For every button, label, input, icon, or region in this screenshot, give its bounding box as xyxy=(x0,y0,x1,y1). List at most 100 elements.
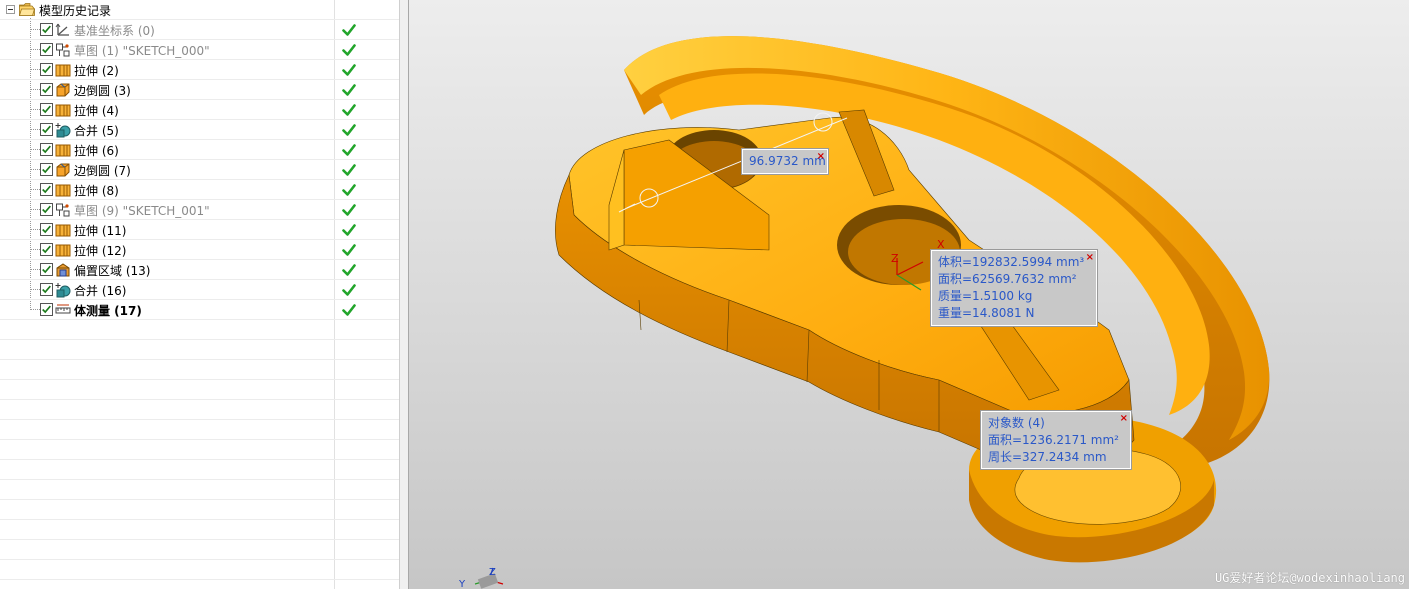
empty-row xyxy=(0,320,399,340)
extrude-icon xyxy=(55,102,71,118)
feature-label: 合并 (16) xyxy=(74,284,127,298)
tree-item-row[interactable]: 体测量 (17) xyxy=(0,300,399,320)
visibility-checkbox[interactable] xyxy=(40,183,53,196)
empty-row xyxy=(0,480,399,500)
graphics-window[interactable]: Z X Z Y 96.9732 mm × 体积=192832.5994 mm³ … xyxy=(409,0,1409,589)
tree-item-row[interactable]: 偏置区域 (13) xyxy=(0,260,399,280)
visibility-checkbox[interactable] xyxy=(40,223,53,236)
face-measure-callout[interactable]: 对象数 (4) 面积=1236.2171 mm² 周长=327.2434 mm … xyxy=(980,410,1132,470)
up-to-date-check-icon xyxy=(342,303,356,317)
sketch-icon xyxy=(55,202,71,218)
visibility-checkbox[interactable] xyxy=(40,163,53,176)
sketch-icon xyxy=(55,42,71,58)
tree-connector xyxy=(31,109,40,110)
feature-label: 偏置区域 (13) xyxy=(74,264,151,278)
empty-row xyxy=(0,520,399,540)
watermark: UG爱好者论坛@wodexinhaoliang xyxy=(1214,571,1405,585)
panel-splitter[interactable] xyxy=(399,0,409,589)
unite-icon xyxy=(55,282,71,298)
up-to-date-check-icon xyxy=(342,243,356,257)
feature-label: 基准坐标系 (0) xyxy=(74,24,155,38)
up-to-date-check-icon xyxy=(342,23,356,37)
axis-z-label: Z xyxy=(891,252,899,265)
close-icon[interactable]: × xyxy=(1086,249,1094,266)
tree-connector xyxy=(31,269,40,270)
empty-row xyxy=(0,560,399,580)
visibility-checkbox[interactable] xyxy=(40,263,53,276)
visibility-checkbox[interactable] xyxy=(40,83,53,96)
tree-root-row[interactable]: 模型历史记录 xyxy=(0,0,399,20)
visibility-checkbox[interactable] xyxy=(40,63,53,76)
tree-connector xyxy=(31,189,40,190)
empty-row xyxy=(0,540,399,560)
close-icon[interactable]: × xyxy=(1120,410,1128,427)
tree-item-row[interactable]: 草图 (9) "SKETCH_001" xyxy=(0,200,399,220)
tree-connector xyxy=(31,69,40,70)
visibility-checkbox[interactable] xyxy=(40,23,53,36)
visibility-checkbox[interactable] xyxy=(40,203,53,216)
empty-row xyxy=(0,360,399,380)
tree-item-row[interactable]: 拉伸 (4) xyxy=(0,100,399,120)
collapse-icon[interactable] xyxy=(6,5,15,14)
tree-item-row[interactable]: 边倒圆 (3) xyxy=(0,80,399,100)
feature-label: 拉伸 (2) xyxy=(74,64,119,78)
tree-connector xyxy=(31,309,40,310)
visibility-checkbox[interactable] xyxy=(40,123,53,136)
datum-csys-icon xyxy=(55,22,71,38)
nx-window: 模型历史记录 基准坐标系 (0) 草图 (1) "SKETCH_000" 拉伸 (2… xyxy=(0,0,1409,589)
unite-icon xyxy=(55,122,71,138)
distance-value: 96.9732 mm xyxy=(749,154,826,168)
tree-item-row[interactable]: 拉伸 (11) xyxy=(0,220,399,240)
tree-item-row[interactable]: 拉伸 (2) xyxy=(0,60,399,80)
mass-value: 质量=1.5100 kg xyxy=(938,289,1033,303)
tree-connector xyxy=(31,49,40,50)
tree-item-row[interactable]: 合并 (16) xyxy=(0,280,399,300)
part-model[interactable]: Z X Z Y xyxy=(409,0,1409,589)
tree-item-row[interactable]: 拉伸 (12) xyxy=(0,240,399,260)
tree-item-row[interactable]: 拉伸 (6) xyxy=(0,140,399,160)
up-to-date-check-icon xyxy=(342,283,356,297)
tree-root-label: 模型历史记录 xyxy=(39,4,112,18)
body-measure-icon xyxy=(55,302,71,318)
empty-row xyxy=(0,580,399,589)
extrude-icon xyxy=(55,222,71,238)
tree-connector xyxy=(31,229,40,230)
tree-connector xyxy=(31,289,40,290)
tree-item-row[interactable]: 合并 (5) xyxy=(0,120,399,140)
feature-label: 边倒圆 (3) xyxy=(74,84,131,98)
feature-label: 边倒圆 (7) xyxy=(74,164,131,178)
view-triad-z-label: Z xyxy=(489,567,496,578)
edge-blend-icon xyxy=(55,162,71,178)
tree-connector xyxy=(31,249,40,250)
offset-region-icon xyxy=(55,262,71,278)
object-count-value: 对象数 (4) xyxy=(988,416,1045,430)
visibility-checkbox[interactable] xyxy=(40,303,53,316)
visibility-checkbox[interactable] xyxy=(40,43,53,56)
tree-connector xyxy=(31,169,40,170)
visibility-checkbox[interactable] xyxy=(40,103,53,116)
close-icon[interactable]: × xyxy=(817,148,825,165)
distance-callout[interactable]: 96.9732 mm × xyxy=(741,148,829,175)
tree-item-row[interactable]: 基准坐标系 (0) xyxy=(0,20,399,40)
visibility-checkbox[interactable] xyxy=(40,243,53,256)
feature-label: 体测量 (17) xyxy=(74,304,142,318)
feature-label: 拉伸 (11) xyxy=(74,224,127,238)
tree-item-row[interactable]: 边倒圆 (7) xyxy=(0,160,399,180)
feature-label: 拉伸 (4) xyxy=(74,104,119,118)
up-to-date-check-icon xyxy=(342,143,356,157)
up-to-date-check-icon xyxy=(342,63,356,77)
tree-item-row[interactable]: 草图 (1) "SKETCH_000" xyxy=(0,40,399,60)
visibility-checkbox[interactable] xyxy=(40,143,53,156)
empty-row xyxy=(0,380,399,400)
body-measure-callout[interactable]: 体积=192832.5994 mm³ 面积=62569.7632 mm² 质量=… xyxy=(930,249,1098,327)
tree-connector xyxy=(31,89,40,90)
view-triad-y-label: Y xyxy=(458,579,466,589)
folder-open-icon xyxy=(19,3,35,16)
tree-item-row[interactable]: 拉伸 (8) xyxy=(0,180,399,200)
empty-row xyxy=(0,420,399,440)
extrude-icon xyxy=(55,142,71,158)
visibility-checkbox[interactable] xyxy=(40,283,53,296)
weight-value: 重量=14.8081 N xyxy=(938,306,1035,320)
edge-blend-icon xyxy=(55,82,71,98)
up-to-date-check-icon xyxy=(342,183,356,197)
